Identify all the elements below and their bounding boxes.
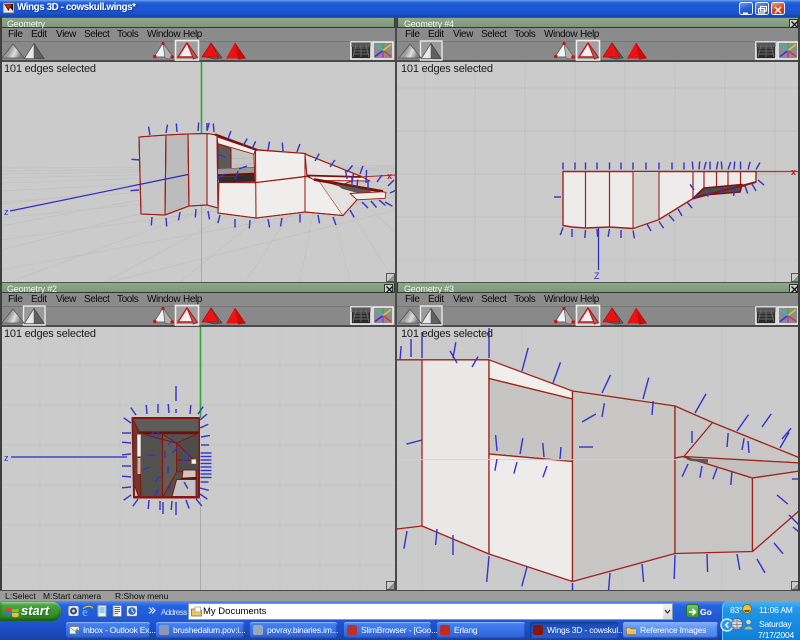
- svg-text:Z: Z: [594, 271, 600, 281]
- svg-text:x: x: [791, 167, 796, 177]
- svg-text:x: x: [387, 171, 392, 181]
- svg-text:z: z: [4, 453, 9, 463]
- svg-text:z: z: [4, 207, 9, 217]
